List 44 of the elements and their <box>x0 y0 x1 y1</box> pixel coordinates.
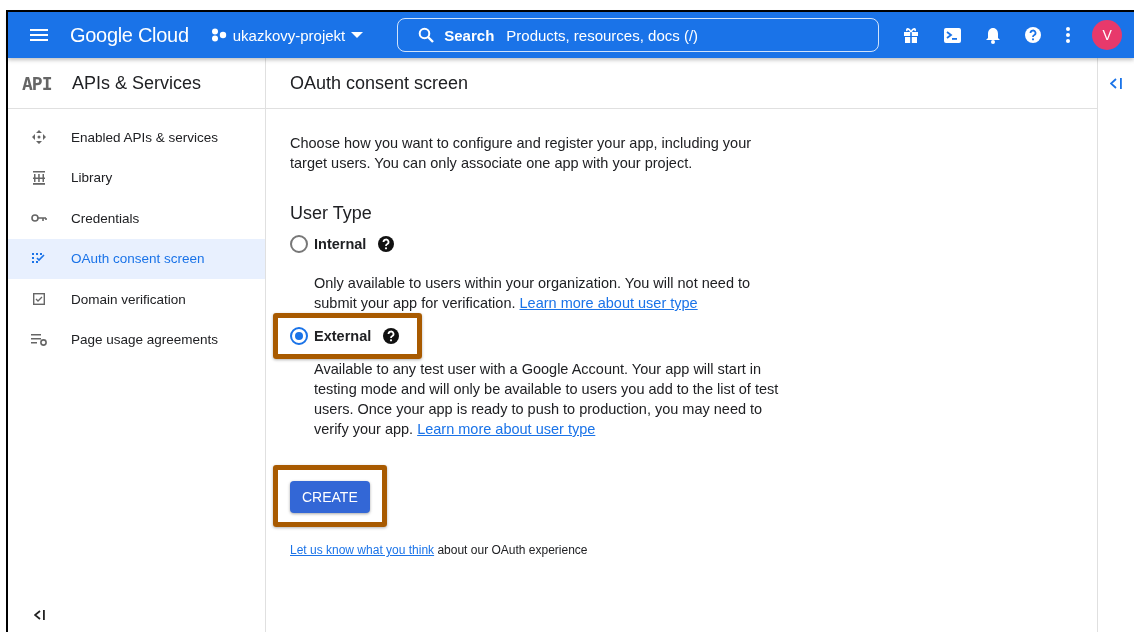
avatar[interactable]: V <box>1092 20 1123 50</box>
sidebar-title: APIs & Services <box>72 72 202 94</box>
library-icon <box>32 170 45 185</box>
learn-more-link[interactable]: Learn more about user type <box>519 295 698 311</box>
arrows-cross-icon <box>31 130 46 145</box>
caret-icon <box>351 32 364 38</box>
sidebar-item[interactable]: Domain verification <box>8 279 265 320</box>
api-logo: API <box>22 72 53 94</box>
feedback-text: Let us know what you think about our OAuth experience <box>290 543 589 557</box>
option-description: Available to any test user with a Google Account. Your app will start in testing mode and will only be available to users you add to the list of test users. Once your app is ready to push to production, you may need to verify your app. Learn more about user type <box>314 360 780 439</box>
menu-icon[interactable] <box>30 29 48 41</box>
more-vertical-icon[interactable] <box>1066 27 1071 43</box>
key-icon <box>30 214 47 223</box>
sidebar-item[interactable]: Page usage agreements <box>8 319 265 360</box>
terminal-icon[interactable] <box>944 27 962 43</box>
learn-more-link[interactable]: Learn more about user type <box>417 421 596 437</box>
product-logo[interactable]: Google Cloud <box>70 23 189 47</box>
sidebar-item[interactable]: Library <box>8 157 265 198</box>
sidebar-item[interactable]: Credentials <box>8 198 265 239</box>
intro-text: Choose how you want to configure and register your app, including your target users. You can only associate one app with your project. <box>290 134 753 173</box>
option-label: External <box>314 328 372 344</box>
page-title: OAuth consent screen <box>290 72 469 94</box>
bell-icon[interactable] <box>986 26 1001 44</box>
gift-icon[interactable] <box>903 27 920 43</box>
search-field[interactable]: Search Products, resources, docs (/) <box>397 18 880 52</box>
checkbox-icon <box>32 293 45 306</box>
help-icon[interactable] <box>383 328 400 344</box>
radio-button[interactable] <box>290 327 308 345</box>
section-heading: User Type <box>290 203 373 224</box>
help-icon[interactable] <box>378 236 395 252</box>
expand-panel-icon[interactable] <box>1110 78 1122 89</box>
option-description: Only available to users within your organization. You will not need to submit your app for verification. Learn more about user type <box>314 274 752 313</box>
sidebar-item[interactable]: Enabled APIs & services <box>8 117 265 158</box>
radio-button[interactable] <box>290 235 308 253</box>
feedback-link[interactable]: Let us know what you think <box>290 543 435 557</box>
collapse-icon[interactable] <box>34 610 45 620</box>
option-label: Internal <box>314 236 367 252</box>
dotted-check-icon <box>32 253 45 265</box>
project-picker[interactable]: ukazkovy-projekt <box>210 26 364 44</box>
create-button[interactable]: CREATE <box>290 481 370 513</box>
search-icon <box>418 27 435 43</box>
search-input[interactable]: Products, resources, docs (/) <box>504 25 879 45</box>
sidebar-item[interactable]: OAuth consent screen <box>8 238 265 279</box>
hexagon-dots-icon <box>210 28 227 42</box>
